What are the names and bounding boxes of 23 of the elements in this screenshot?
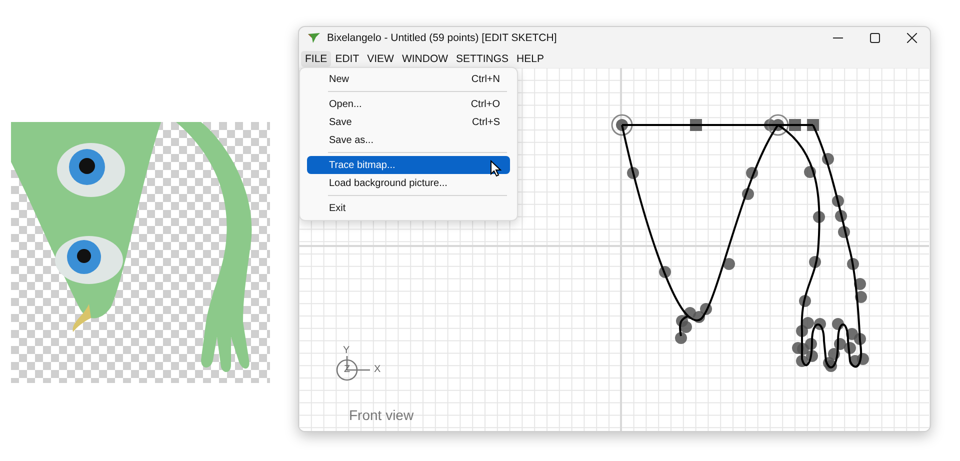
window-title: Bixelangelo - Untitled (59 points) [EDIT SKETCH]: [327, 32, 557, 44]
bird-icon: [307, 32, 321, 44]
menu-bar-item[interactable]: HELP: [512, 50, 548, 66]
menu-item[interactable]: Save Ctrl+S: [307, 113, 510, 131]
mouse-pointer-icon: [490, 160, 502, 177]
axis-gizmo-icon: [336, 356, 372, 382]
menu-bar-item[interactable]: EDIT: [331, 50, 364, 66]
axis-label: Z: [344, 365, 350, 375]
menu-bar-item[interactable]: FILE: [301, 50, 332, 66]
menu-item[interactable]: Open... Ctrl+O: [307, 95, 510, 113]
axis-label: X: [374, 365, 381, 375]
menu-item[interactable]: Save as...: [307, 131, 510, 149]
menu-bar-item[interactable]: SETTINGS: [452, 50, 513, 66]
menu-item[interactable]: Trace bitmap...: [307, 156, 510, 174]
menu-bar-item[interactable]: VIEW: [363, 50, 398, 66]
maximize-icon: [870, 33, 880, 43]
axis-label: Y: [343, 346, 350, 356]
menu-item[interactable]: New Ctrl+N: [307, 70, 510, 88]
menu-item[interactable]: Exit: [307, 199, 510, 217]
menu-item[interactable]: Load background picture...: [307, 174, 510, 192]
close-icon: [906, 33, 916, 43]
menu-bar-item[interactable]: WINDOW: [398, 50, 452, 66]
view-label: Front view: [349, 407, 414, 423]
